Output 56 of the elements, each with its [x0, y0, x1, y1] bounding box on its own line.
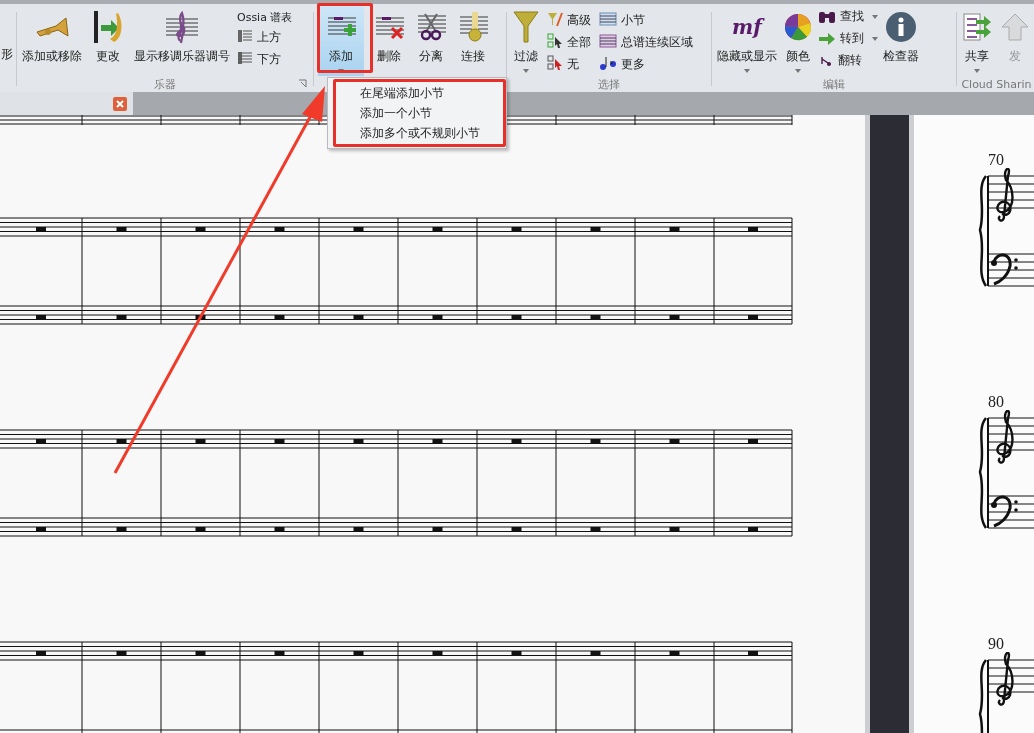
notes-icon	[599, 54, 617, 71]
share-list-icon	[962, 12, 992, 42]
ribbon-button[interactable]: 共享	[959, 6, 995, 76]
document-tab[interactable]	[0, 92, 133, 115]
ribbon-small-button[interactable]: 全部	[545, 31, 593, 53]
group-label: 选择	[598, 76, 620, 92]
dialog-launcher-icon[interactable]	[298, 79, 307, 88]
ribbon-small-button[interactable]: 翻转	[816, 50, 880, 71]
passage-lines-icon	[599, 33, 617, 48]
ribbon-small-button[interactable]: 总谱连续区域	[597, 31, 695, 53]
filter-slash-icon	[547, 10, 563, 27]
measure-number: 70	[988, 152, 1005, 168]
ribbon-small-button[interactable]: 小节	[597, 9, 695, 31]
treble-clef-icon	[164, 9, 200, 45]
ribbon-button[interactable]: 添加或移除	[19, 6, 85, 76]
ribbon-button[interactable]: 显示移调乐器调号	[131, 6, 233, 76]
menu-item[interactable]: 添加一个小节	[336, 103, 503, 123]
ribbon-button[interactable]: 添加	[318, 6, 364, 76]
ribbon-button[interactable]: 分离	[414, 6, 448, 76]
upload-arrow-icon	[1000, 12, 1030, 42]
ribbon-button[interactable]: 更改	[87, 6, 129, 76]
ribbon-small-button[interactable]: 更多	[597, 53, 695, 75]
info-icon	[885, 11, 917, 43]
group-label: 乐器	[154, 76, 176, 92]
arrow-right-icon	[818, 31, 836, 46]
ribbon-small-button[interactable]: 无	[545, 53, 593, 75]
select-none-icon	[547, 54, 563, 71]
measure-number: 80	[988, 394, 1005, 410]
ribbon-small-button[interactable]: 上方	[235, 27, 295, 48]
measure-lines-icon	[599, 11, 617, 26]
group-label: Cloud Sharin	[961, 77, 1032, 91]
staff-above-icon	[237, 29, 253, 43]
menu-item[interactable]: 添加多个或不规则小节	[336, 123, 503, 143]
menu-item[interactable]: 在尾端添加小节	[336, 83, 503, 103]
measure-number: 90	[988, 636, 1005, 652]
scissors-icon	[416, 12, 446, 42]
ribbon-small-button[interactable]: 高级	[545, 9, 593, 31]
ribbon-small-button[interactable]: 查找	[816, 6, 880, 27]
group-label: 编辑	[823, 76, 845, 92]
ribbon-button[interactable]: 连接	[456, 6, 490, 76]
color-button[interactable]: 颜色	[780, 6, 816, 76]
ribbon-button[interactable]: 形	[1, 46, 14, 63]
color-wheel-icon	[783, 12, 813, 42]
ribbon-small-button[interactable]: 转到	[816, 28, 880, 49]
ribbon-small-button[interactable]: 下方	[235, 49, 295, 70]
select-all-icon	[547, 32, 563, 49]
filter-button[interactable]: 过滤	[509, 6, 543, 76]
staff-below-icon	[237, 51, 253, 65]
ossia-title: Ossia 谱表	[236, 10, 294, 26]
ribbon-button[interactable]: 删除	[372, 6, 406, 76]
inspector-button[interactable]: 检查器	[880, 6, 922, 76]
close-icon[interactable]	[113, 96, 127, 111]
hide-show-button[interactable]: mf 隐藏或显示	[714, 6, 780, 76]
join-staff-icon	[458, 11, 488, 43]
filter-icon	[512, 10, 540, 44]
highlight-frame	[317, 3, 373, 73]
